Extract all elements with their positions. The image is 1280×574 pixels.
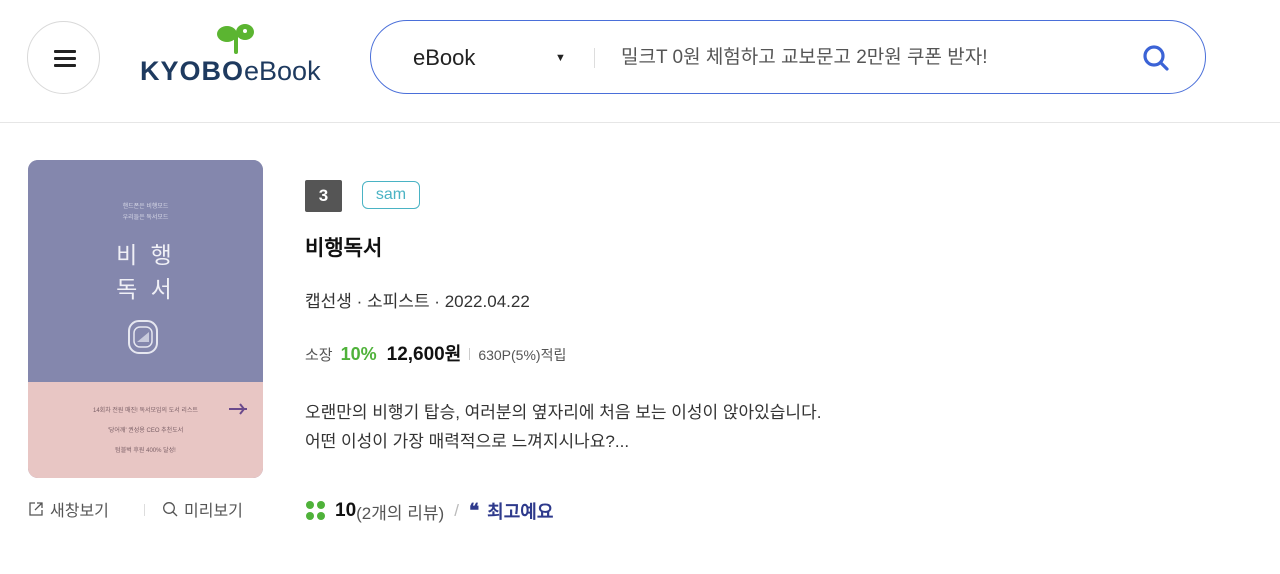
book-title[interactable]: 비행독서: [305, 232, 382, 262]
review-count: (2개의 리뷰): [356, 503, 445, 523]
site-header: KYOBOeBook eBook ▼: [0, 0, 1280, 123]
cover-blurb: 텀블벅 후원 400% 달성!: [115, 448, 176, 454]
sam-badge: sam: [362, 181, 420, 209]
search-divider: [594, 48, 595, 68]
review-separator: /: [454, 501, 459, 520]
airplane-window-icon: [128, 320, 158, 354]
description-line: 어떤 이성이 가장 매력적으로 느껴지시나요?...: [305, 432, 630, 451]
external-link-icon: [29, 502, 43, 516]
price-divider: [469, 348, 471, 360]
menu-button[interactable]: [27, 21, 100, 94]
plane-icon: [229, 403, 247, 415]
reward-points: 630P(5%)적립: [478, 347, 567, 363]
new-window-label: 새창보기: [50, 503, 109, 520]
price-row: 소장 10% 12,600 원 630P(5%)적립: [305, 340, 566, 368]
logo-leaf-icon: [217, 24, 254, 54]
review-score: 10: [335, 500, 357, 521]
preview-button[interactable]: 미리보기: [162, 497, 243, 521]
sale-price: 12,600: [386, 344, 445, 365]
cover-title: 비 행: [116, 243, 175, 269]
preview-label: 미리보기: [184, 503, 243, 520]
cover-subtitle: 우리들은 독서모드: [122, 215, 169, 221]
cover-actions: 새창보기 미리보기: [28, 497, 268, 523]
search-bar: eBook ▼: [370, 20, 1206, 94]
caret-down-icon[interactable]: ▼: [555, 52, 566, 64]
search-icon[interactable]: [1139, 41, 1173, 75]
quote-icon: ❝: [468, 500, 480, 522]
cover-title: 독 서: [116, 277, 175, 303]
book-description: 오랜만의 비행기 탑승, 여러분의 옆자리에 처음 보는 이성이 앉아있습니다.…: [305, 398, 1005, 456]
description-line: 오랜만의 비행기 탑승, 여러분의 옆자리에 처음 보는 이성이 앉아있습니다.: [305, 403, 822, 422]
cover-blurb: '당어깨' 권성용 CEO 추천도서: [107, 428, 184, 434]
price-unit: 원: [444, 344, 462, 364]
search-input[interactable]: [621, 43, 1101, 73]
review-summary[interactable]: 10 (2개의 리뷰) / ❝ 최고예요: [305, 497, 553, 525]
search-category-select[interactable]: eBook: [413, 45, 475, 71]
new-window-button[interactable]: 새창보기: [28, 497, 109, 521]
rank-badge: 3: [305, 180, 342, 212]
discount-rate: 10%: [340, 344, 377, 364]
book-cover[interactable]: 핸드폰은 비행모드 우리들은 독서모드 비 행 독 서 14회차 전원 매진! …: [28, 160, 263, 478]
magnifier-icon: [163, 502, 178, 517]
review-keyword: 최고예요: [487, 502, 554, 522]
cover-subtitle: 핸드폰은 비행모드: [122, 204, 169, 210]
book-meta: 캡선생 · 소피스트 · 2022.04.22: [305, 292, 530, 311]
logo-kyobo-text: KYOBO: [140, 56, 245, 86]
hamburger-icon: [54, 50, 76, 53]
action-divider: [144, 504, 145, 516]
klover-icon: [306, 501, 325, 520]
price-type: 소장: [305, 347, 333, 364]
kyobo-ebook-logo[interactable]: KYOBOeBook: [140, 22, 340, 86]
logo-ebook-text: eBook: [244, 56, 321, 86]
